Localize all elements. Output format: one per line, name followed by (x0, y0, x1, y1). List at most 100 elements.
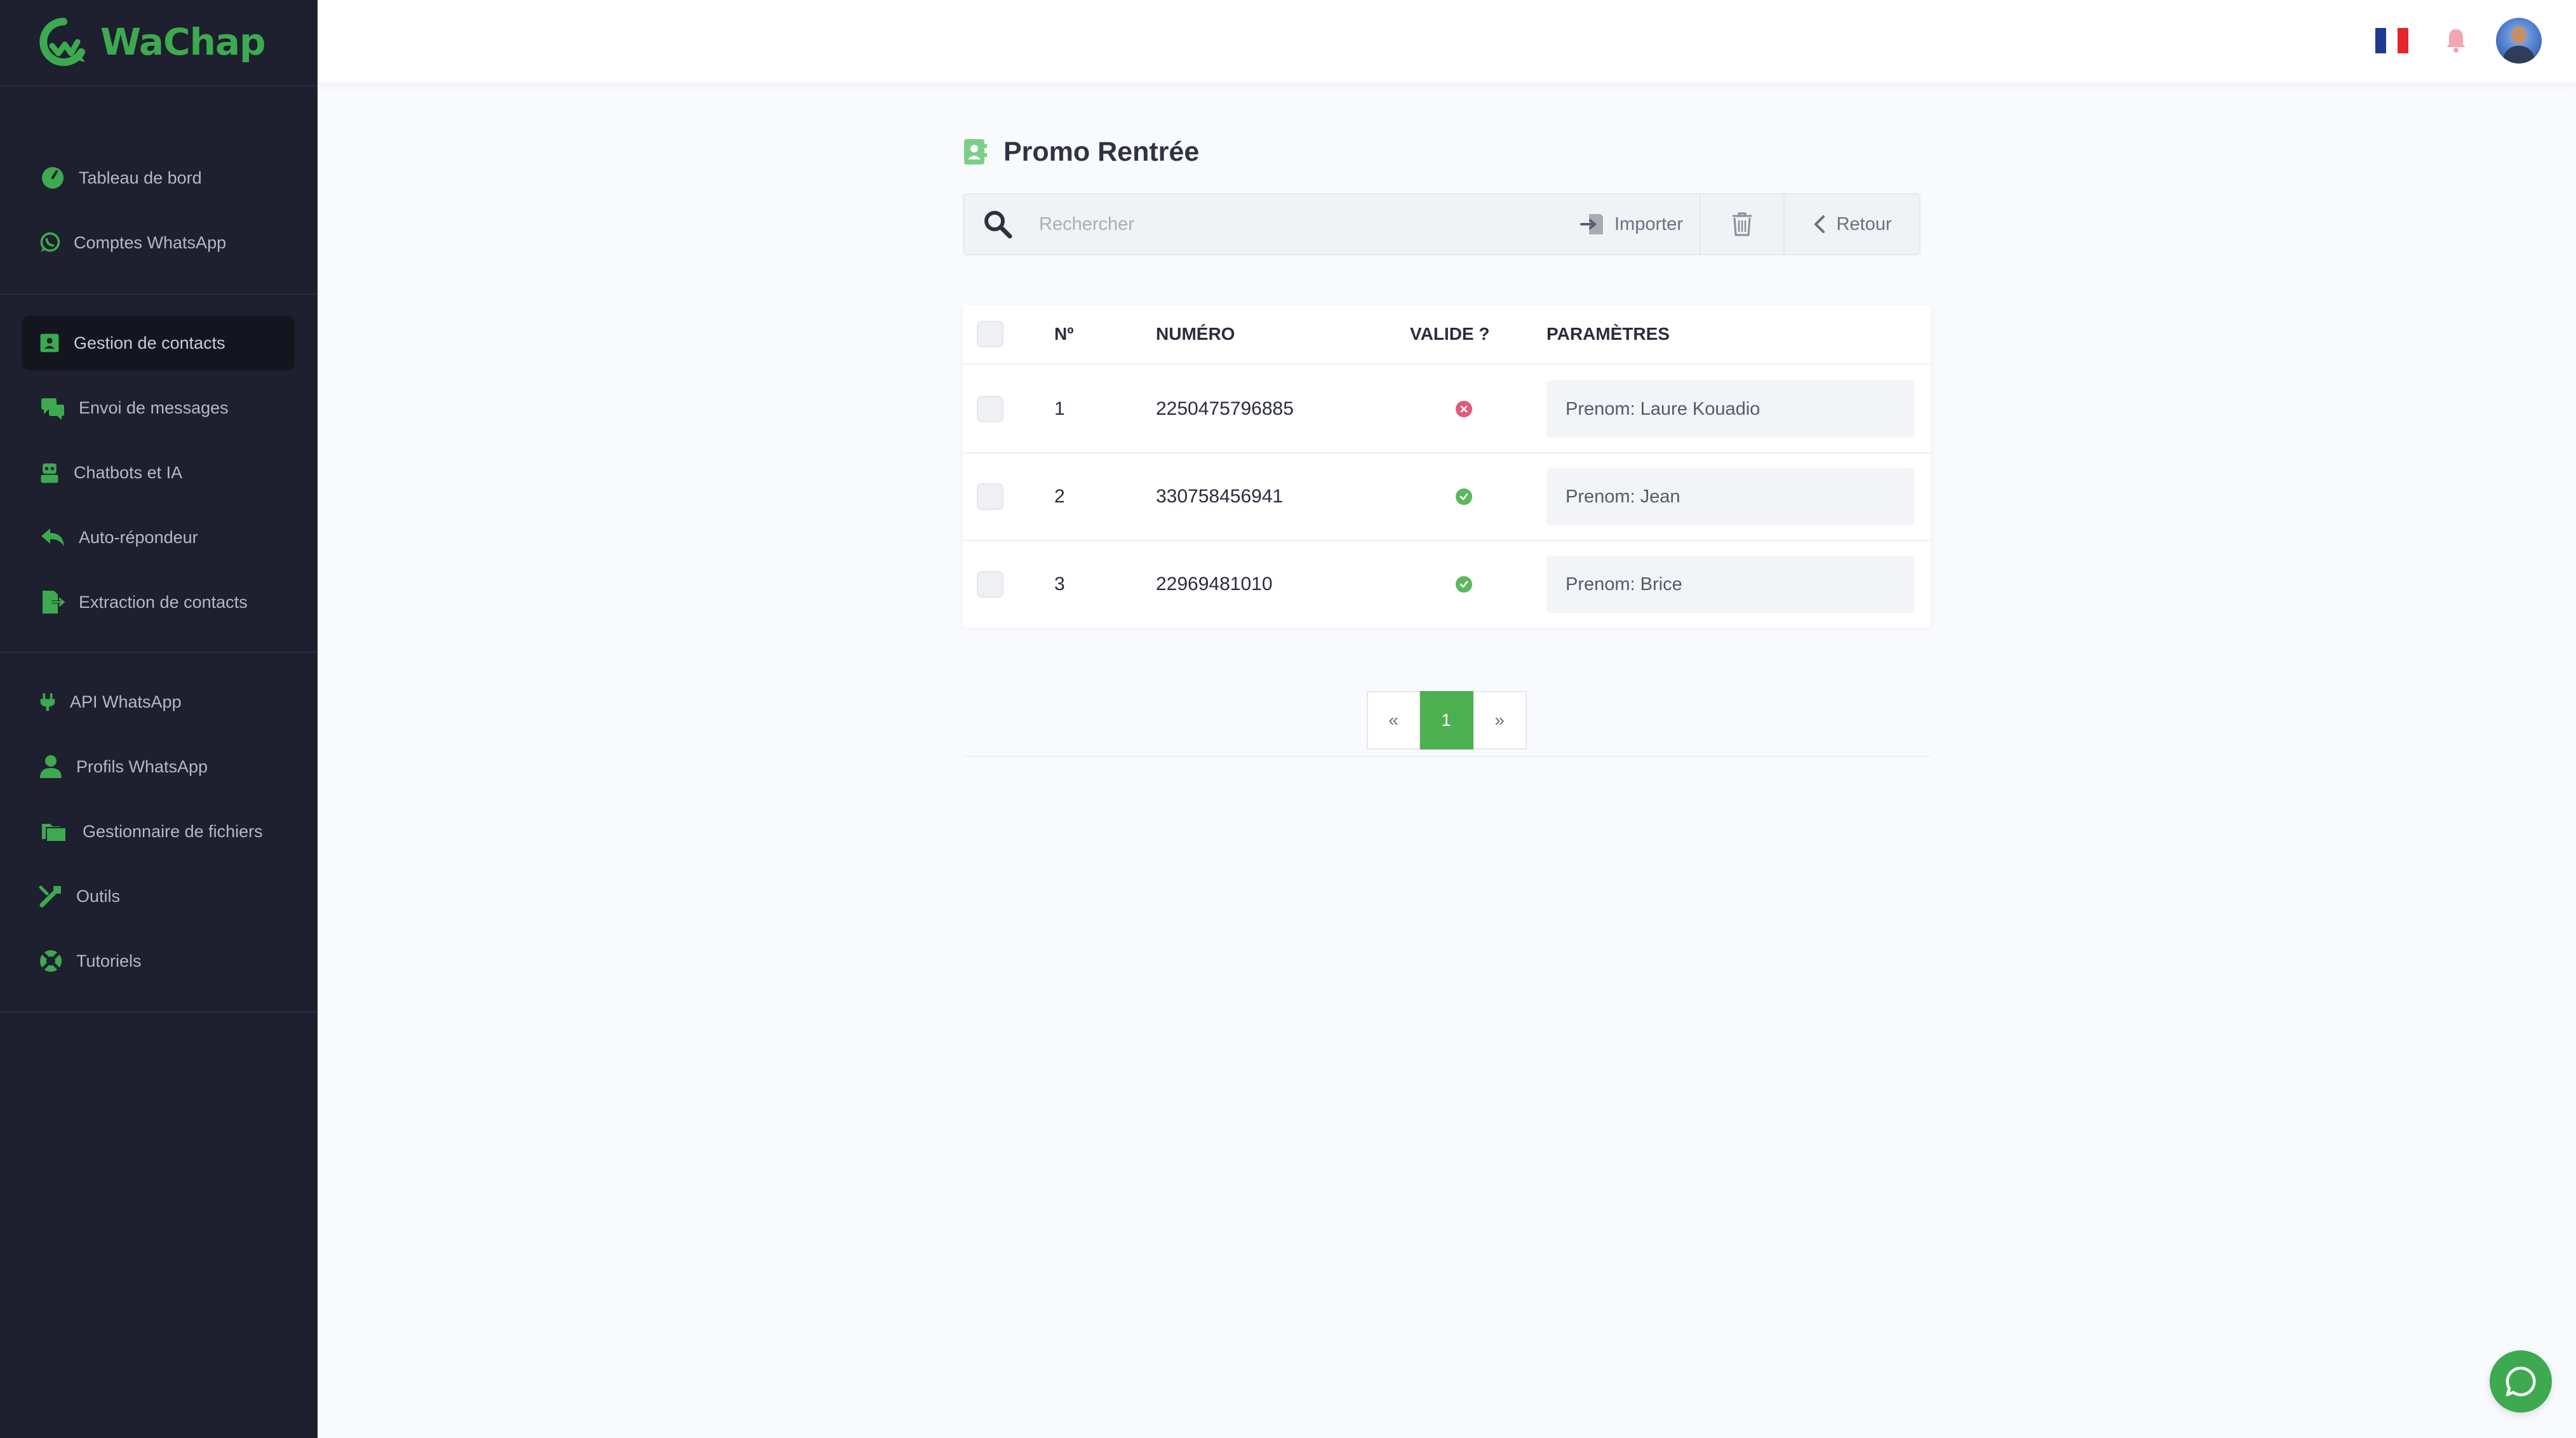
sidebar-item-label: Outils (76, 886, 121, 906)
valid-check-icon (1456, 576, 1472, 593)
sidebar-item-profils-whatsapp[interactable]: Profils WhatsApp (22, 739, 295, 794)
row-params-cell: Prenom: Jean (1546, 454, 1915, 540)
chevron-left-icon (1814, 215, 1825, 233)
file-export-icon (38, 588, 67, 617)
user-avatar[interactable] (2496, 18, 2542, 64)
row-index: 1 (1054, 398, 1065, 419)
import-label: Importer (1614, 213, 1683, 234)
table-row: 3 22969481010 Prenom: Brice (963, 541, 1931, 628)
search-input[interactable] (1014, 194, 1564, 254)
top-header (318, 0, 2576, 83)
back-label: Retour (1836, 213, 1892, 234)
sidebar-item-label: Comptes WhatsApp (74, 232, 227, 252)
column-header-number[interactable]: Nº (1054, 305, 1073, 363)
trash-icon (1733, 212, 1752, 236)
reply-icon (38, 523, 67, 552)
row-checkbox[interactable] (977, 396, 1003, 422)
column-header-phone[interactable]: NUMÉRO (1156, 305, 1235, 363)
row-params: Prenom: Brice (1546, 556, 1915, 613)
invalid-x-icon (1456, 401, 1472, 417)
column-header-params[interactable]: PARAMÈTRES (1546, 305, 1670, 363)
table-header-row: Nº NUMÉRO VALIDE ? PARAMÈTRES (963, 305, 1931, 365)
page-title: Promo Rentrée (1003, 136, 1200, 167)
row-select-cell (977, 366, 1003, 452)
sidebar-item-label: Gestionnaire de fichiers (83, 821, 263, 841)
sidebar-item-label: Profils WhatsApp (76, 756, 208, 776)
import-icon (1580, 214, 1603, 234)
sidebar-item-label: Tableau de bord (79, 168, 202, 187)
row-phone: 330758456941 (1156, 486, 1284, 507)
sidebar-item-comptes-whatsapp[interactable]: Comptes WhatsApp (22, 215, 295, 270)
row-valid-cell (1456, 366, 1472, 452)
back-button[interactable]: Retour (1783, 194, 1919, 254)
row-params: Prenom: Laure Kouadio (1546, 380, 1915, 438)
life-ring-icon (38, 946, 64, 976)
row-valid-cell (1456, 454, 1472, 540)
row-select-cell (977, 541, 1003, 628)
table-row: 1 2250475796885 Prenom: Laure Kouadio (963, 366, 1931, 454)
chat-support-button[interactable] (2490, 1350, 2552, 1413)
search-icon[interactable] (982, 208, 1014, 240)
sidebar-divider (0, 293, 318, 295)
row-valid-cell (1456, 541, 1472, 628)
row-select-cell (977, 454, 1003, 540)
row-params: Prenom: Jean (1546, 468, 1915, 525)
sidebar-item-label: Envoi de messages (79, 398, 229, 417)
sidebar: WaChap Tableau de bord Comptes WhatsApp … (0, 0, 318, 1438)
plug-icon (38, 687, 57, 716)
sidebar-item-api-whatsapp[interactable]: API WhatsApp (22, 675, 295, 729)
bell-icon[interactable] (2441, 25, 2471, 55)
valid-check-icon (1456, 488, 1472, 505)
column-header-valid[interactable]: VALIDE ? (1410, 305, 1489, 363)
sidebar-item-label: Auto-répondeur (79, 527, 198, 547)
sidebar-item-auto-repondeur[interactable]: Auto-répondeur (22, 510, 295, 565)
sidebar-item-gestionnaire-de-fichiers[interactable]: Gestionnaire de fichiers (22, 804, 295, 859)
sidebar-item-envoi-de-messages[interactable]: Envoi de messages (22, 380, 295, 435)
row-params-cell: Prenom: Brice (1546, 541, 1915, 628)
wachap-logo-icon (39, 18, 85, 66)
contact-toolbar: Importer Retour (963, 193, 1921, 255)
pagination-prev[interactable]: « (1367, 691, 1420, 749)
comments-icon (38, 393, 67, 422)
sidebar-item-tutoriels[interactable]: Tutoriels (22, 934, 295, 988)
sidebar-item-label: Tutoriels (76, 951, 142, 971)
sidebar-item-extraction-de-contacts[interactable]: Extraction de contacts (22, 575, 295, 629)
sidebar-item-tableau-de-bord[interactable]: Tableau de bord (22, 151, 295, 205)
delete-button[interactable] (1700, 194, 1783, 254)
app-name: WaChap (100, 20, 266, 64)
select-all-checkbox[interactable] (977, 321, 1003, 347)
tools-icon (38, 882, 64, 911)
row-params-cell: Prenom: Laure Kouadio (1546, 366, 1915, 452)
sidebar-item-label: Gestion de contacts (74, 333, 225, 353)
sidebar-item-label: Extraction de contacts (79, 592, 248, 612)
sidebar-divider (0, 1011, 318, 1012)
row-checkbox[interactable] (977, 571, 1003, 598)
robot-icon (38, 458, 61, 487)
app-logo[interactable]: WaChap (38, 17, 266, 67)
user-icon (38, 752, 64, 781)
select-all-cell (977, 305, 1003, 363)
sidebar-item-chatbots-et-ia[interactable]: Chatbots et IA (22, 445, 295, 500)
chat-bubble-icon (2506, 1366, 2536, 1397)
sidebar-item-gestion-de-contacts[interactable]: Gestion de contacts (22, 316, 295, 370)
pagination-page-current[interactable]: 1 (1420, 691, 1473, 749)
row-phone: 22969481010 (1156, 574, 1273, 595)
page-header: Promo Rentrée (963, 135, 1199, 169)
sidebar-item-outils[interactable]: Outils (22, 869, 295, 924)
import-button[interactable]: Importer (1564, 194, 1700, 254)
row-checkbox[interactable] (977, 483, 1003, 510)
whatsapp-icon (38, 228, 61, 257)
france-flag-icon[interactable] (2375, 28, 2408, 53)
sidebar-divider (0, 652, 318, 653)
contact-card-icon (38, 328, 61, 358)
row-phone: 2250475796885 (1156, 398, 1294, 419)
folder-icon (38, 817, 70, 846)
sidebar-item-label: API WhatsApp (70, 692, 182, 711)
gauge-icon (38, 163, 67, 192)
sidebar-item-label: Chatbots et IA (74, 462, 183, 482)
sidebar-divider (0, 85, 318, 86)
table-row: 2 330758456941 Prenom: Jean (963, 454, 1931, 541)
pagination-next[interactable]: » (1473, 691, 1527, 749)
pagination: « 1 » (1367, 691, 1527, 749)
contact-card-icon (964, 139, 987, 165)
